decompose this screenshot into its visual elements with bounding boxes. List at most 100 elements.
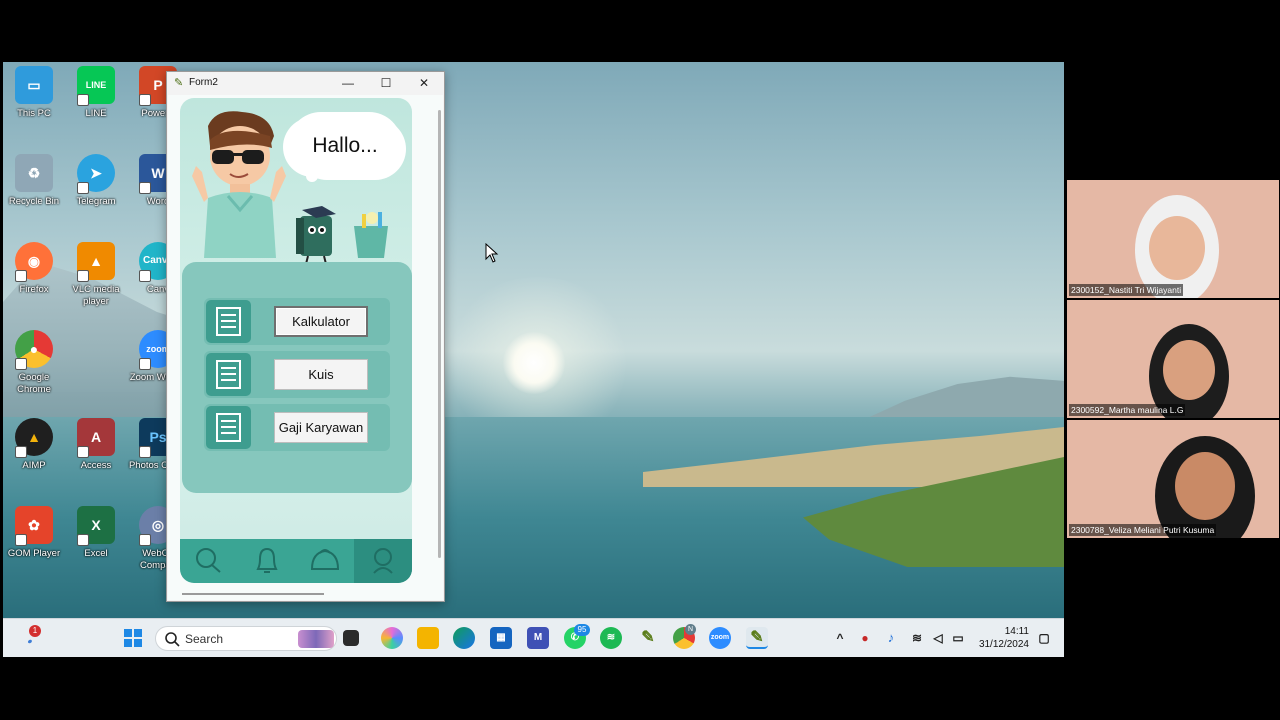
- line-icon: LINE: [77, 66, 115, 106]
- search-highlight-image: [298, 630, 334, 648]
- desktop-icon-label: LINE: [85, 108, 107, 119]
- clock-date: 31/12/2024: [978, 639, 1029, 650]
- desktop-icon-label: Recycle Bin: [8, 196, 60, 207]
- participant-video: [1135, 195, 1219, 298]
- desktop-icon-label: Access: [80, 460, 112, 471]
- desktop-icon-vlc[interactable]: ▲ VLC media player: [65, 242, 127, 308]
- desktop-icon-excel[interactable]: X Excel: [65, 506, 127, 560]
- search-icon: [196, 548, 221, 573]
- task-view-icon[interactable]: [343, 630, 359, 646]
- gaji-karyawan-button[interactable]: Gaji Karyawan: [274, 412, 368, 443]
- kuis-button[interactable]: Kuis: [274, 359, 368, 390]
- windows-start-icon[interactable]: [123, 628, 143, 648]
- greeting-text: Hallo...: [312, 134, 378, 157]
- title-bar[interactable]: ✎ Form2 — ☐ ✕: [167, 72, 444, 94]
- app-m-icon[interactable]: M: [527, 627, 549, 649]
- user-icon: [373, 548, 393, 574]
- maximize-button[interactable]: ☐: [367, 72, 405, 94]
- mouse-cursor-icon: [485, 243, 499, 263]
- horizontal-scrollbar[interactable]: [182, 593, 324, 595]
- bottom-navigation: [180, 539, 412, 583]
- clock-time: 14:11: [1004, 626, 1029, 637]
- app-card: Hallo... Kalkulator Kuis Gaji Karyawan: [180, 98, 412, 583]
- participant-name: 2300788_Veliza Meliani Putri Kusuma: [1069, 524, 1217, 536]
- participant-tile: 2300592_Martha maulina L.G: [1067, 300, 1279, 418]
- desktop-icon-access[interactable]: A Access: [65, 418, 127, 472]
- chrome-icon: ●: [15, 330, 53, 370]
- search-icon: [165, 632, 180, 647]
- telegram-icon: ➤: [77, 154, 115, 194]
- book-and-cup-illustration: [296, 206, 388, 264]
- form2-window[interactable]: ✎ Form2 — ☐ ✕ Hallo... Kalkulator Kuis G…: [166, 71, 445, 602]
- nav-bag[interactable]: [296, 539, 354, 583]
- screen: ▭ This PC LINE LINE P PowerP ♻ Recycle B…: [0, 0, 1280, 720]
- desktop-icon-label: AIMP: [22, 460, 46, 471]
- aimp-icon: ▲: [15, 418, 53, 458]
- document-list-icon: [206, 406, 251, 449]
- sun: [503, 332, 565, 394]
- bag-icon: [310, 549, 340, 570]
- chrome-profile-badge: N: [685, 624, 696, 635]
- form2-taskbar-item[interactable]: ✎: [746, 627, 768, 649]
- show-hidden-icons-chevron-icon[interactable]: ^: [829, 627, 851, 649]
- close-button[interactable]: ✕: [405, 72, 443, 94]
- bell-icon: [256, 547, 278, 573]
- nav-search[interactable]: [180, 539, 238, 583]
- desktop-icon-aimp[interactable]: ▲ AIMP: [3, 418, 65, 472]
- desktop-icon-recycle-bin[interactable]: ♻ Recycle Bin: [3, 154, 65, 208]
- microphone-icon[interactable]: ♪: [880, 627, 902, 649]
- participant-video: [1149, 324, 1229, 418]
- whatsapp-badge: 95: [574, 624, 590, 636]
- kalkulator-button[interactable]: Kalkulator: [274, 306, 368, 337]
- taskbar-clock[interactable]: 14:11 31/12/2024: [975, 625, 1029, 651]
- vlc-icon: ▲: [77, 242, 115, 282]
- file-explorer-icon[interactable]: [417, 627, 439, 649]
- desktop-icon-label: Telegram: [76, 196, 116, 207]
- edge-icon[interactable]: [453, 627, 475, 649]
- access-icon: A: [77, 418, 115, 458]
- desktop-icon-gom-player[interactable]: ✿ GOM Player: [3, 506, 65, 560]
- antivirus-icon[interactable]: ●: [854, 627, 876, 649]
- menu-row-kalkulator: Kalkulator: [204, 298, 390, 345]
- taskbar-search-box[interactable]: Search: [155, 626, 337, 651]
- desktop-icon-label: VLC media player: [72, 284, 120, 307]
- copilot-icon[interactable]: [381, 627, 403, 649]
- desktop-icon-line[interactable]: LINE LINE: [65, 66, 127, 120]
- notification-badge: 1: [29, 625, 41, 637]
- zoom-icon[interactable]: zoom: [709, 627, 731, 649]
- nav-profile[interactable]: [354, 539, 412, 583]
- taskbar: 𝅘 1 Search ▦ M ✆ 95 ≋ ✎ N zoom ✎ ^ ● ♪ ≋…: [3, 618, 1064, 657]
- form-client-area: Hallo... Kalkulator Kuis Gaji Karyawan: [168, 95, 443, 600]
- desktop-icon-telegram[interactable]: ➤ Telegram: [65, 154, 127, 208]
- menu-row-gaji-karyawan: Gaji Karyawan: [204, 404, 390, 451]
- desktop[interactable]: ▭ This PC LINE LINE P PowerP ♻ Recycle B…: [3, 62, 1064, 618]
- participant-name: 2300592_Martha maulina L.G: [1069, 404, 1186, 416]
- vertical-scrollbar[interactable]: [438, 110, 441, 558]
- desktop-icon-this-pc[interactable]: ▭ This PC: [3, 66, 65, 120]
- notification-center-icon[interactable]: ▢: [1033, 627, 1055, 649]
- menu-panel: Kalkulator Kuis Gaji Karyawan: [182, 262, 412, 493]
- window-title: Form2: [189, 77, 218, 88]
- desktop-icon-label: This PC: [17, 108, 51, 119]
- battery-icon[interactable]: ▭: [947, 627, 969, 649]
- desktop-icon-chrome[interactable]: ● Google Chrome: [3, 330, 65, 396]
- minimize-button[interactable]: —: [329, 72, 367, 94]
- participant-name: 2300152_Nastiti Tri Wijayanti: [1069, 284, 1184, 296]
- recycle-bin-icon: ♻: [15, 154, 53, 192]
- participant-tile: 2300152_Nastiti Tri Wijayanti: [1067, 180, 1279, 298]
- landscape-hills-right: [863, 376, 1064, 420]
- document-list-icon: [206, 353, 251, 396]
- desktop-icon-label: Firefox: [19, 284, 49, 295]
- gom-player-icon: ✿: [15, 506, 53, 546]
- wifi-icon[interactable]: ≋: [906, 627, 928, 649]
- visual-basic-icon[interactable]: ✎: [637, 627, 659, 649]
- desktop-icon-firefox[interactable]: ◉ Firefox: [3, 242, 65, 296]
- participant-video: [1155, 436, 1255, 538]
- nav-notifications[interactable]: [238, 539, 296, 583]
- menu-row-kuis: Kuis: [204, 351, 390, 398]
- microsoft-store-icon[interactable]: ▦: [490, 627, 512, 649]
- boy-character-illustration: [192, 111, 286, 258]
- speaker-muted-icon[interactable]: ◁: [927, 627, 949, 649]
- desktop-icon-label: GOM Player: [7, 548, 61, 559]
- spotify-icon[interactable]: ≋: [600, 627, 622, 649]
